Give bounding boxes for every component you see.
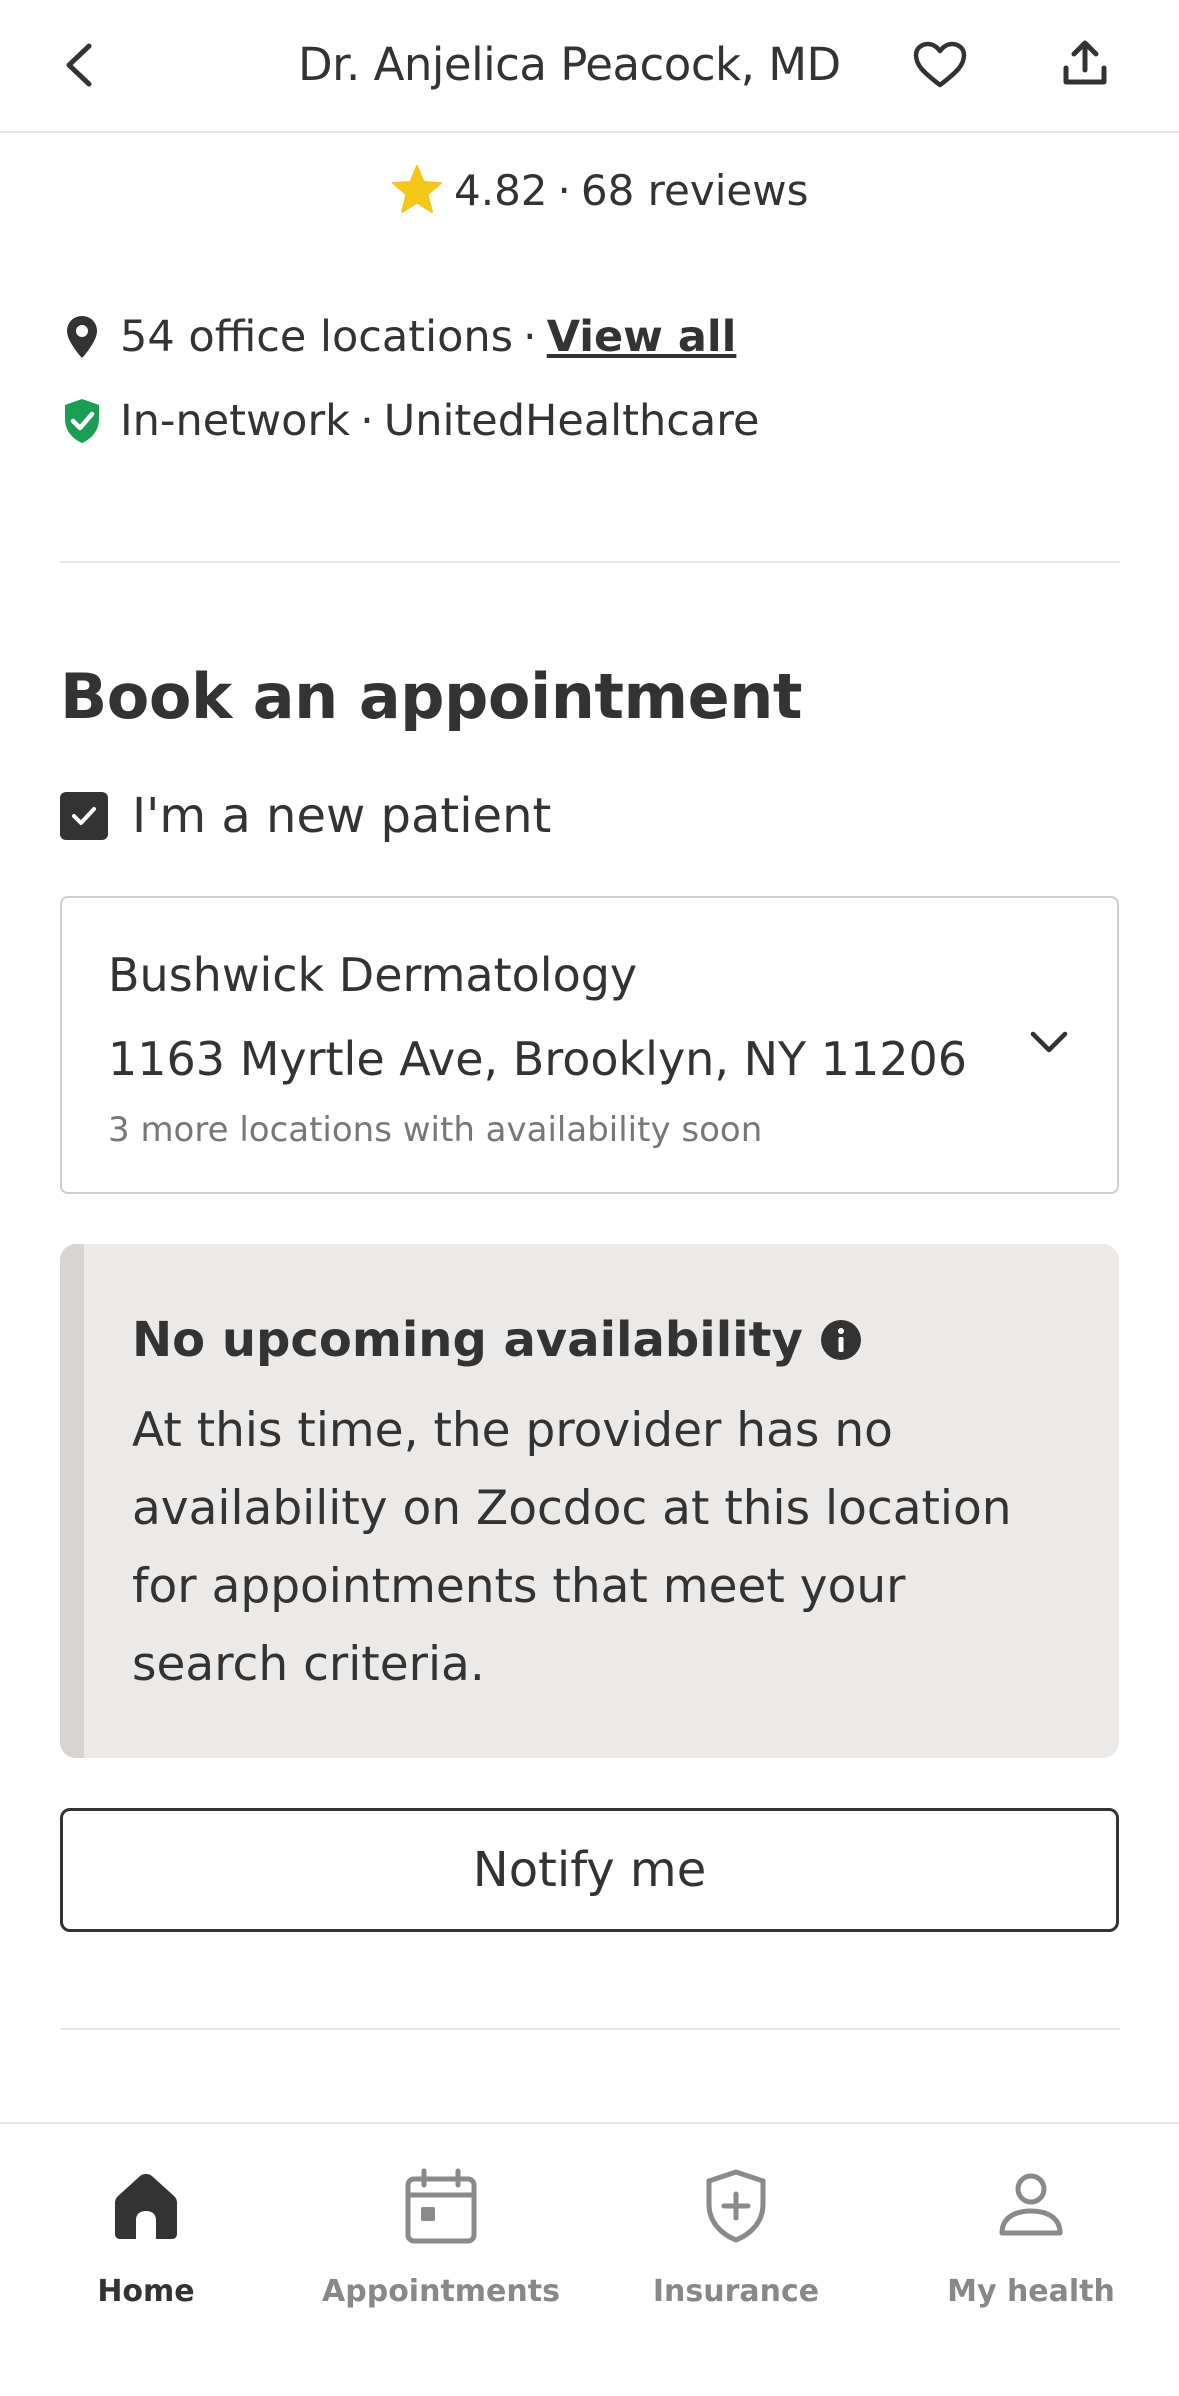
map-pin-icon [60,312,104,362]
section-divider [60,2028,1120,2030]
chevron-down-icon [1030,1031,1068,1053]
insurer-name: UnitedHealthcare [383,396,760,446]
shield-plus-icon [696,2164,776,2248]
shield-check-icon [60,396,104,446]
top-bar: Dr. Anjelica Peacock, MD [0,0,1179,133]
network-row: In-network · UnitedHealthcare [60,396,759,446]
network-separator: · [360,396,374,446]
network-status: In-network [120,396,351,446]
notify-me-button[interactable]: Notify me [60,1808,1119,1932]
new-patient-label: I'm a new patient [132,788,552,844]
new-patient-checkbox-row[interactable]: I'm a new patient [60,788,551,844]
chevron-left-icon [66,43,92,87]
nav-home[interactable]: Home [16,2164,276,2309]
nav-insurance[interactable]: Insurance [606,2164,866,2309]
back-button[interactable] [44,30,114,100]
info-icon[interactable] [819,1318,863,1362]
rating-score: 4.82 [454,165,548,215]
page-title: Dr. Anjelica Peacock, MD [298,38,841,91]
nav-insurance-label: Insurance [652,2274,820,2309]
checkmark-icon [72,807,96,825]
notice-title-row: No upcoming availability [132,1312,863,1368]
notice-accent-bar [60,1244,84,1758]
rating-summary[interactable]: 4.82 · 68 reviews [390,162,808,218]
more-locations-text: 3 more locations with availability soon [108,1110,763,1150]
nav-my-health[interactable]: My health [901,2164,1161,2309]
availability-notice: No upcoming availability At this time, t… [60,1244,1119,1758]
review-count: 68 reviews [580,165,809,215]
nav-my-health-label: My health [947,2274,1115,2309]
heart-outline-icon [913,41,967,88]
bottom-navigation: Home Appointments Insurance My health [0,2122,1179,2396]
provider-page: Dr. Anjelica Peacock, MD 4.82 · 68 revie… [0,0,1179,2396]
booking-title: Book an appointment [60,660,802,733]
location-name: Bushwick Dermatology [108,948,638,1002]
office-locations-row: 54 office locations · View all [60,312,736,362]
office-locations-text: 54 office locations [120,312,514,362]
star-icon [392,165,442,213]
person-icon [991,2164,1071,2248]
favorite-button[interactable] [905,30,975,100]
location-selector[interactable]: Bushwick Dermatology 1163 Myrtle Ave, Br… [60,896,1119,1194]
notice-body: At this time, the provider has no availa… [132,1403,1012,1692]
share-button[interactable] [1050,28,1120,98]
nav-appointments-label: Appointments [322,2274,560,2309]
view-all-link[interactable]: View all [547,312,737,362]
location-address: 1163 Myrtle Ave, Brooklyn, NY 11206 [108,1032,968,1086]
calendar-icon [401,2164,481,2248]
notice-title: No upcoming availability [132,1312,803,1368]
rating-separator: · [557,165,571,215]
home-icon [106,2164,186,2248]
section-divider [60,561,1120,563]
new-patient-checkbox[interactable] [60,792,108,840]
nav-home-label: Home [97,2274,195,2309]
office-locations-separator: · [523,312,537,362]
share-upload-icon [1063,40,1107,85]
nav-appointments[interactable]: Appointments [311,2164,571,2309]
